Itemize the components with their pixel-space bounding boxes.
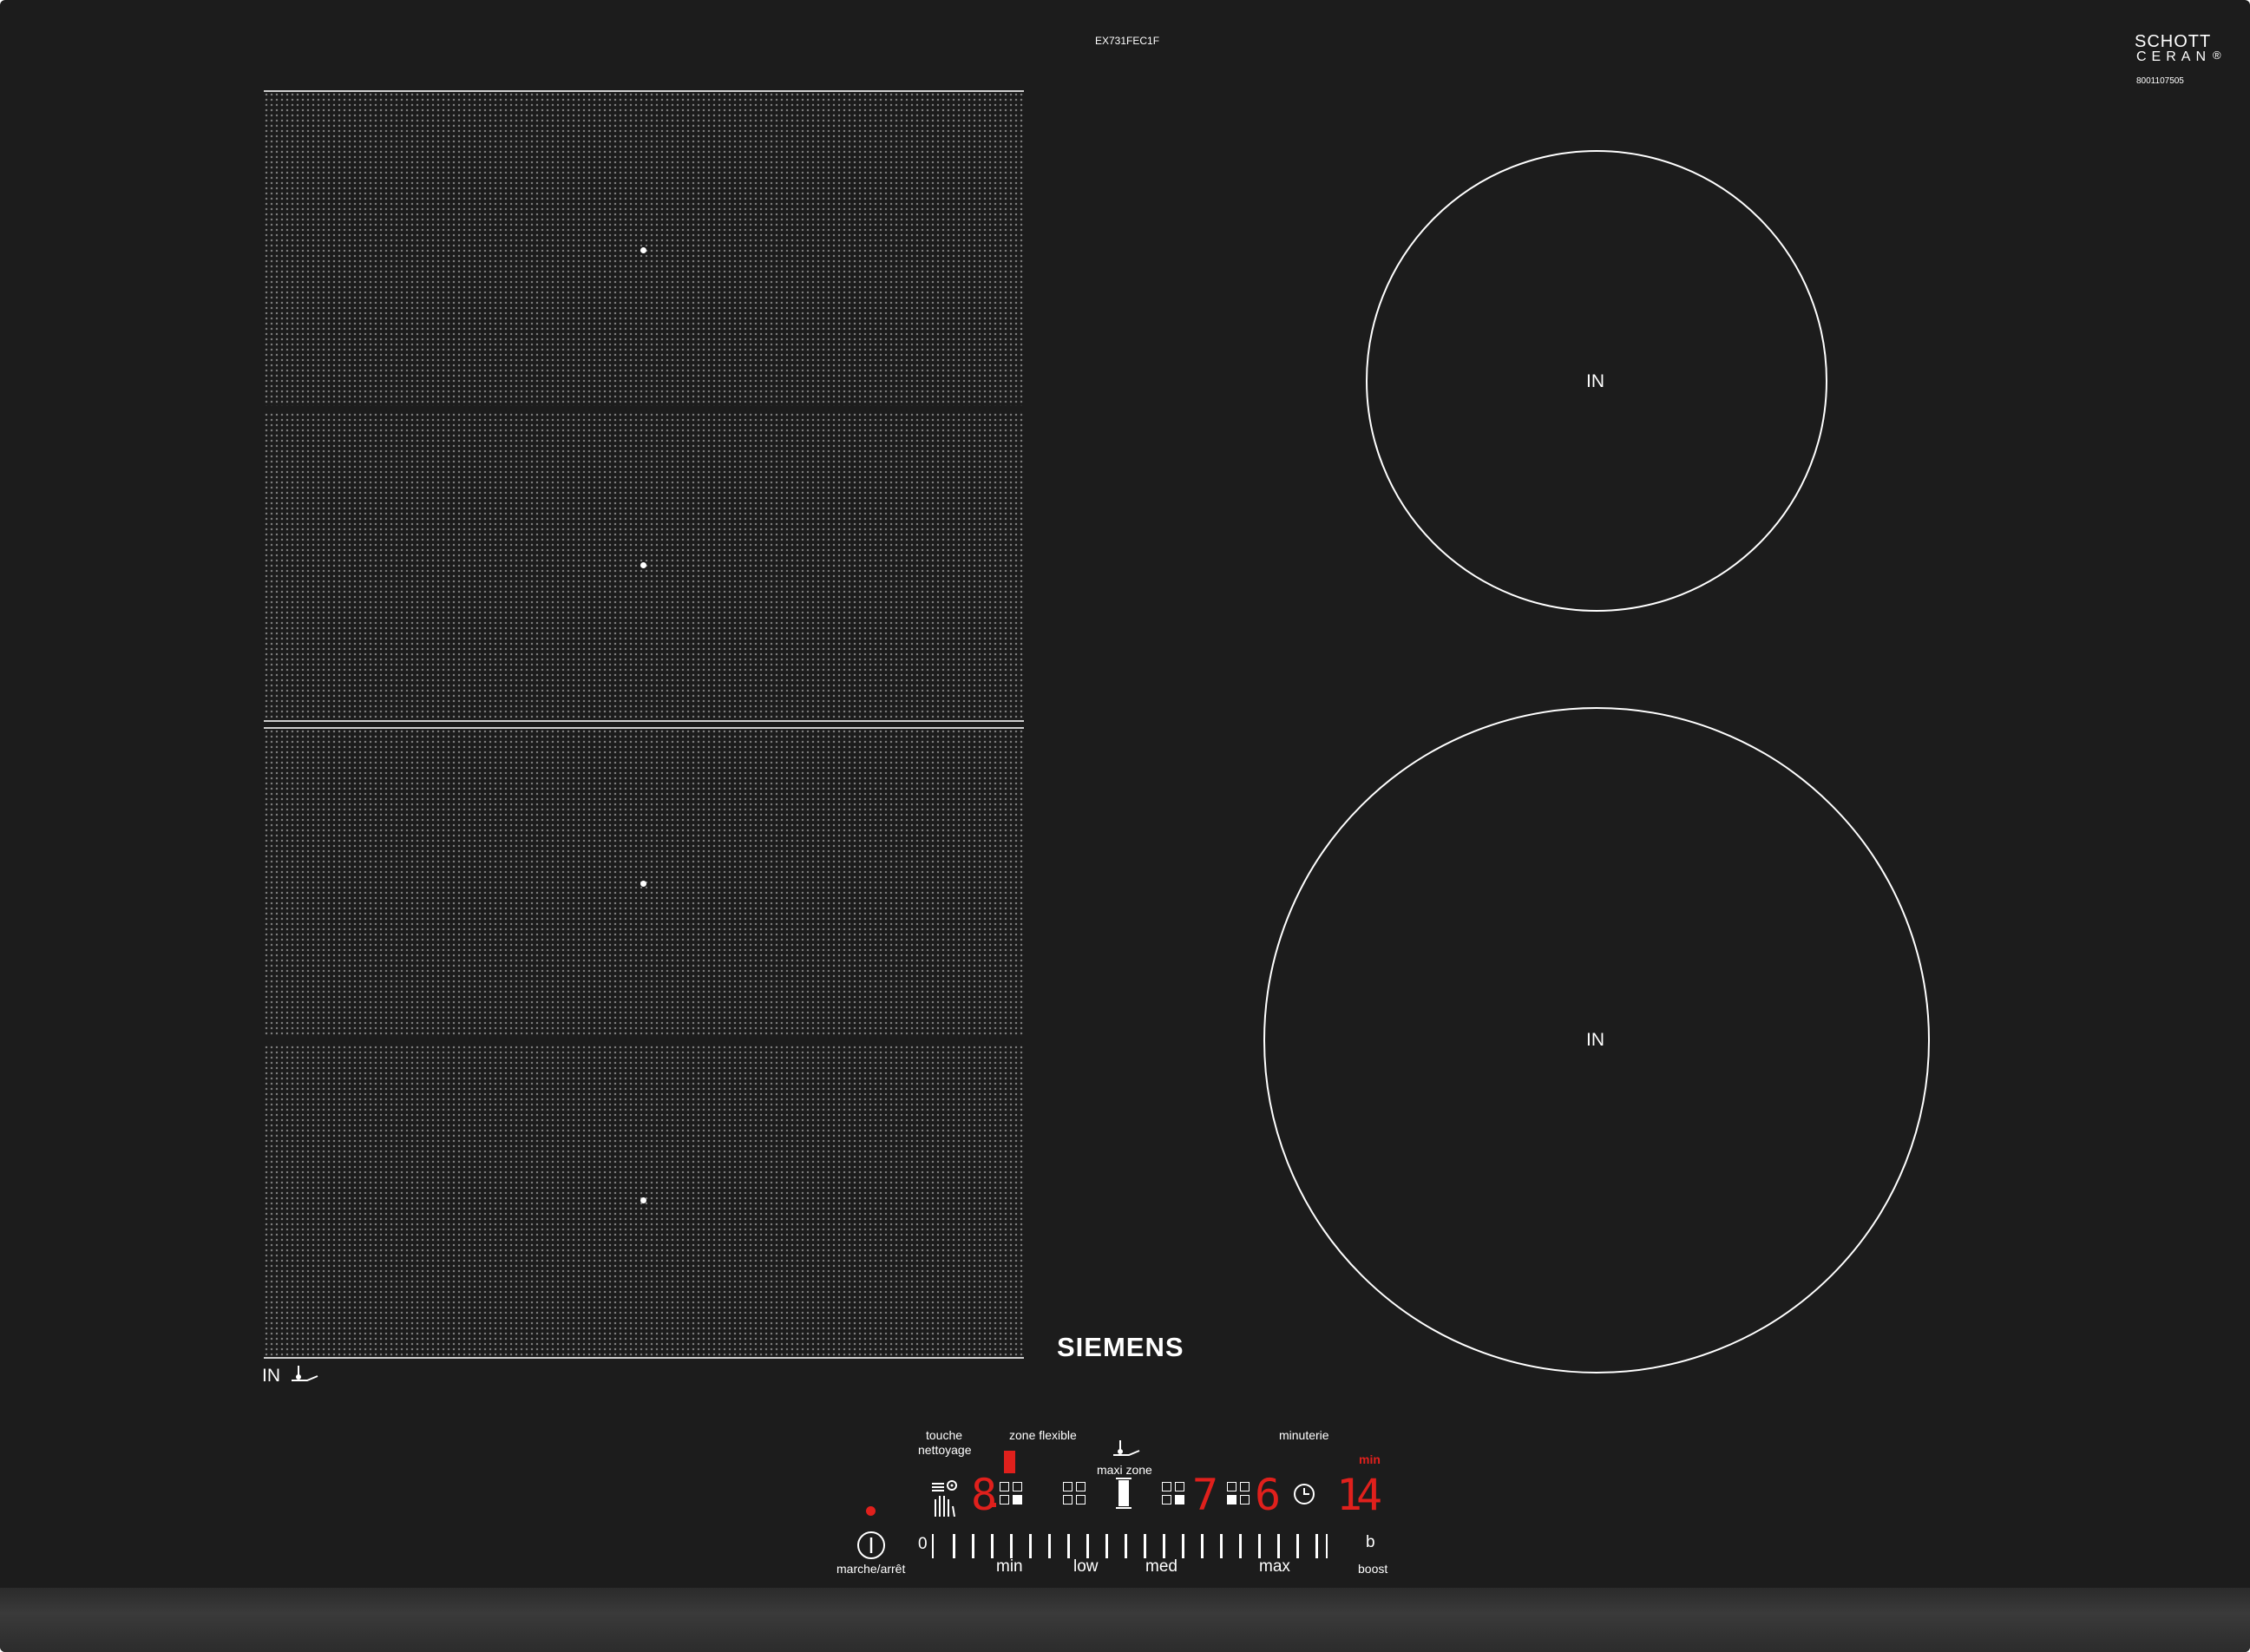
slider-tick[interactable] <box>1277 1534 1280 1558</box>
flex-zone-segment-1[interactable] <box>264 90 1024 406</box>
slider-tick[interactable] <box>1315 1534 1318 1558</box>
slider-max-label: max <box>1259 1557 1290 1576</box>
slider-tick[interactable] <box>1086 1534 1089 1558</box>
zone-center-dot <box>640 1197 646 1203</box>
glass-code: 8001107505 <box>2136 76 2184 86</box>
timer-unit-label: min <box>1359 1452 1381 1466</box>
zone-select-right-icon[interactable] <box>1227 1482 1250 1504</box>
registered-mark-icon: ® <box>2213 49 2221 62</box>
flex-zone-segment-4[interactable] <box>264 1045 1024 1359</box>
slider-tick[interactable] <box>972 1534 974 1558</box>
pan-icon <box>292 1366 318 1381</box>
rear-zone-induction-label: IN <box>1586 371 1604 391</box>
power-label: marche/arrêt <box>836 1562 906 1576</box>
slider-tick[interactable] <box>1048 1534 1051 1558</box>
slider-tick[interactable] <box>1125 1534 1127 1558</box>
slider-tick[interactable] <box>1067 1534 1070 1558</box>
slider-med-label: med <box>1145 1557 1177 1576</box>
front-edge-bevel <box>0 1588 2250 1652</box>
cleaning-label-line2: nettoyage <box>918 1443 972 1457</box>
boost-label: boost <box>1358 1562 1388 1576</box>
cleaning-key-icon[interactable] <box>930 1477 960 1517</box>
zone-select-flex-icon[interactable] <box>1000 1482 1022 1504</box>
zone-display-2: 7 <box>1192 1470 1219 1520</box>
flex-zone-segment-2[interactable] <box>264 412 1024 722</box>
cleaning-label-line1: touche <box>926 1428 963 1442</box>
zone-select-front-icon[interactable] <box>1162 1482 1184 1504</box>
clock-icon[interactable] <box>1292 1482 1316 1506</box>
flex-zone-key-label: zone flexible <box>1009 1428 1077 1442</box>
slider-tick[interactable] <box>1029 1534 1032 1558</box>
maxi-zone-label: maxi zone <box>1097 1463 1152 1477</box>
flex-zone-induction-label: IN <box>262 1366 280 1386</box>
slider-min-label: min <box>996 1557 1023 1576</box>
zone-center-dot <box>640 881 646 887</box>
maxi-zone-pan-icon <box>1113 1440 1140 1456</box>
slider-tick[interactable] <box>1220 1534 1223 1558</box>
zone-center-dot <box>640 247 646 253</box>
slider-zero-label: 0 <box>918 1535 928 1553</box>
slider-tick[interactable] <box>1163 1534 1165 1558</box>
front-zone-induction-label: IN <box>1586 1030 1604 1050</box>
slider-tick[interactable] <box>991 1534 994 1558</box>
cooktop-surface: EX731FEC1F SCHOTT CERAN ® 8001107505 IN … <box>0 0 2250 1652</box>
slider-tick[interactable] <box>1258 1534 1261 1558</box>
zone-display-1: 8 <box>971 1470 998 1520</box>
boost-key[interactable]: b <box>1366 1533 1375 1552</box>
zone-center-dot <box>640 562 646 568</box>
slider-tick[interactable] <box>1326 1534 1328 1558</box>
flex-zone-indicator <box>1004 1451 1015 1473</box>
slider-tick[interactable] <box>1105 1534 1108 1558</box>
schott-logo-line1: SCHOTT <box>2135 32 2212 51</box>
maxi-zone-key-icon[interactable] <box>1116 1477 1132 1510</box>
slider-tick[interactable] <box>1182 1534 1184 1558</box>
slider-tick[interactable] <box>953 1534 955 1558</box>
timer-label: minuterie <box>1279 1428 1329 1442</box>
power-icon[interactable] <box>856 1530 887 1561</box>
slider-tick[interactable] <box>1296 1534 1299 1558</box>
flex-zone-segment-3[interactable] <box>264 727 1024 1037</box>
slider-tick[interactable] <box>932 1534 934 1558</box>
brand-logo: SIEMENS <box>1057 1332 1184 1362</box>
model-code: EX731FEC1F <box>1095 35 1160 47</box>
slider-tick[interactable] <box>1201 1534 1204 1558</box>
ceran-logo-line2: CERAN <box>2136 49 2212 64</box>
decimal-dot <box>992 1503 996 1507</box>
zone-select-rear-icon[interactable] <box>1063 1482 1086 1504</box>
slider-tick[interactable] <box>1239 1534 1242 1558</box>
slider-low-label: low <box>1073 1557 1099 1576</box>
zone-display-3: 6 <box>1255 1470 1282 1520</box>
slider-tick[interactable] <box>1010 1534 1013 1558</box>
slider-tick[interactable] <box>1144 1534 1146 1558</box>
timer-digit-2: 4 <box>1356 1470 1383 1520</box>
power-indicator-led <box>866 1506 876 1516</box>
